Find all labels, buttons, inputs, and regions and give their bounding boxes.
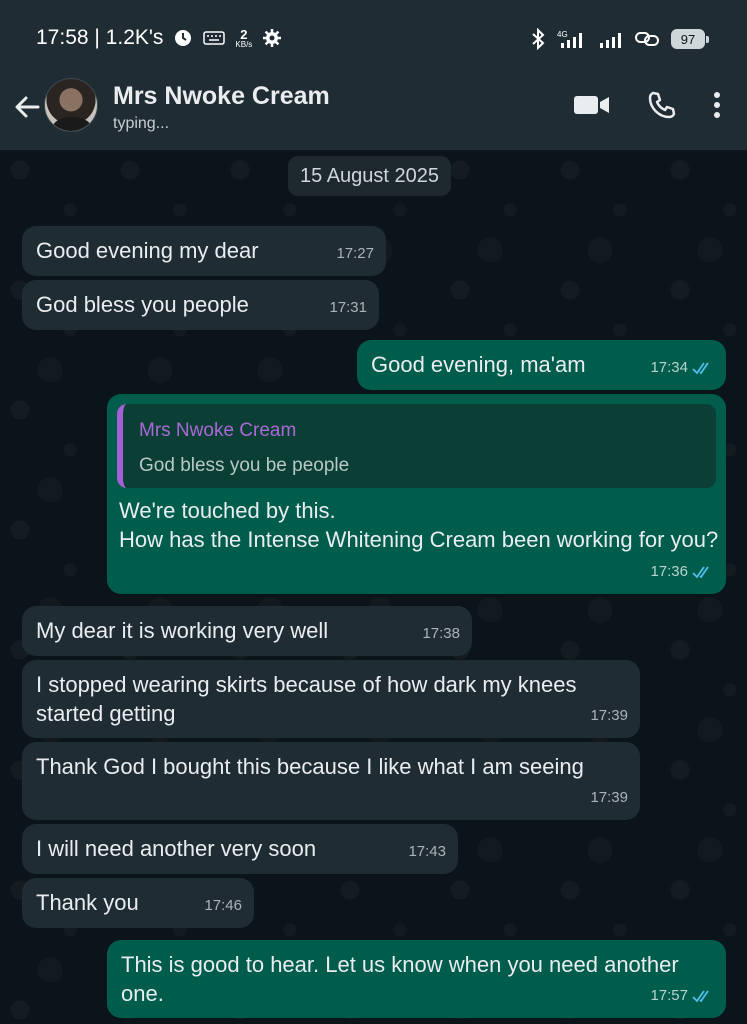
double-check-icon [692,565,714,579]
message-text: Good evening my dear [36,238,259,263]
message-time: 17:39 [590,707,628,724]
chat-area[interactable]: 15 August 2025 Good evening my dear 17:2… [0,150,747,1024]
message-time: 17:39 [590,789,628,806]
message-time: 17:38 [422,625,460,642]
more-vert-icon[interactable] [713,91,721,124]
status-left: 17:58 | 1.2K's 2 KB/s [36,26,282,50]
message-time: 17:31 [329,299,367,316]
message-bubble[interactable]: God bless you people 17:31 [22,280,379,330]
phone-icon[interactable] [647,90,677,125]
double-check-icon [692,989,714,1003]
gear-icon [262,28,282,48]
message-bubble[interactable]: I stopped wearing skirts because of how … [22,660,640,738]
message-text: God bless you people [36,292,249,317]
message-meta: 17:34 [650,353,714,382]
message-meta: 17:57 [650,981,714,1010]
status-bar: 17:58 | 1.2K's 2 KB/s 4G 97 [0,0,747,78]
status-right: 4G 97 [531,28,709,50]
svg-text:4G: 4G [557,30,568,39]
signal-icon: 4G [557,29,587,49]
message-time: 17:27 [336,245,374,262]
quoted-message[interactable]: Mrs Nwoke Cream God bless you be people [117,404,716,488]
double-check-icon [692,361,714,375]
back-arrow-icon[interactable] [10,90,44,124]
quoted-text: God bless you be people [139,455,350,476]
header-actions [573,90,721,125]
message-time: 17:36 [650,563,688,580]
signal-icon [599,29,623,49]
message-bubble[interactable]: I will need another very soon 17:43 [22,824,458,874]
message-bubble[interactable]: Good evening my dear 17:27 [22,226,386,276]
chat-header: Mrs Nwoke Cream typing... [0,78,747,150]
video-call-icon[interactable] [573,93,611,122]
battery-indicator: 97 [671,29,709,49]
message-bubble[interactable]: This is good to hear. Let us know when y… [107,940,726,1018]
message-bubble[interactable]: Thank God I bought this because I like w… [22,742,640,820]
message-time: 17:34 [650,359,688,376]
link-icon [635,30,659,48]
bluetooth-icon [531,28,545,50]
quoted-author: Mrs Nwoke Cream [139,420,297,441]
date-separator: 15 August 2025 [288,156,452,196]
message-bubble[interactable]: Mrs Nwoke Cream God bless you be people … [107,394,726,594]
message-text: We're touched by this. How has the Inten… [119,498,719,552]
message-text: I stopped wearing skirts because of how … [36,672,577,726]
message-time: 17:46 [204,897,242,914]
message-bubble[interactable]: Good evening, ma'am 17:34 [357,340,726,390]
contact-status: typing... [113,115,170,132]
alarm-icon [173,28,193,48]
message-bubble[interactable]: My dear it is working very well 17:38 [22,606,472,656]
message-bubble[interactable]: Thank you 17:46 [22,878,254,928]
message-text: My dear it is working very well [36,618,329,643]
message-time: 17:57 [650,987,688,1004]
message-text: This is good to hear. Let us know when y… [121,952,679,1006]
avatar[interactable] [44,78,98,132]
message-text: Thank God I bought this because I like w… [36,754,584,779]
contact-name[interactable]: Mrs Nwoke Cream [113,82,330,111]
status-time: 17:58 | 1.2K's [36,26,164,49]
message-time: 17:43 [408,843,446,860]
message-meta: 17:36 [650,557,714,586]
netspeed-indicator: 2 KB/s [235,26,253,49]
keyboard-icon [203,31,226,45]
message-text: I will need another very soon [36,836,317,861]
